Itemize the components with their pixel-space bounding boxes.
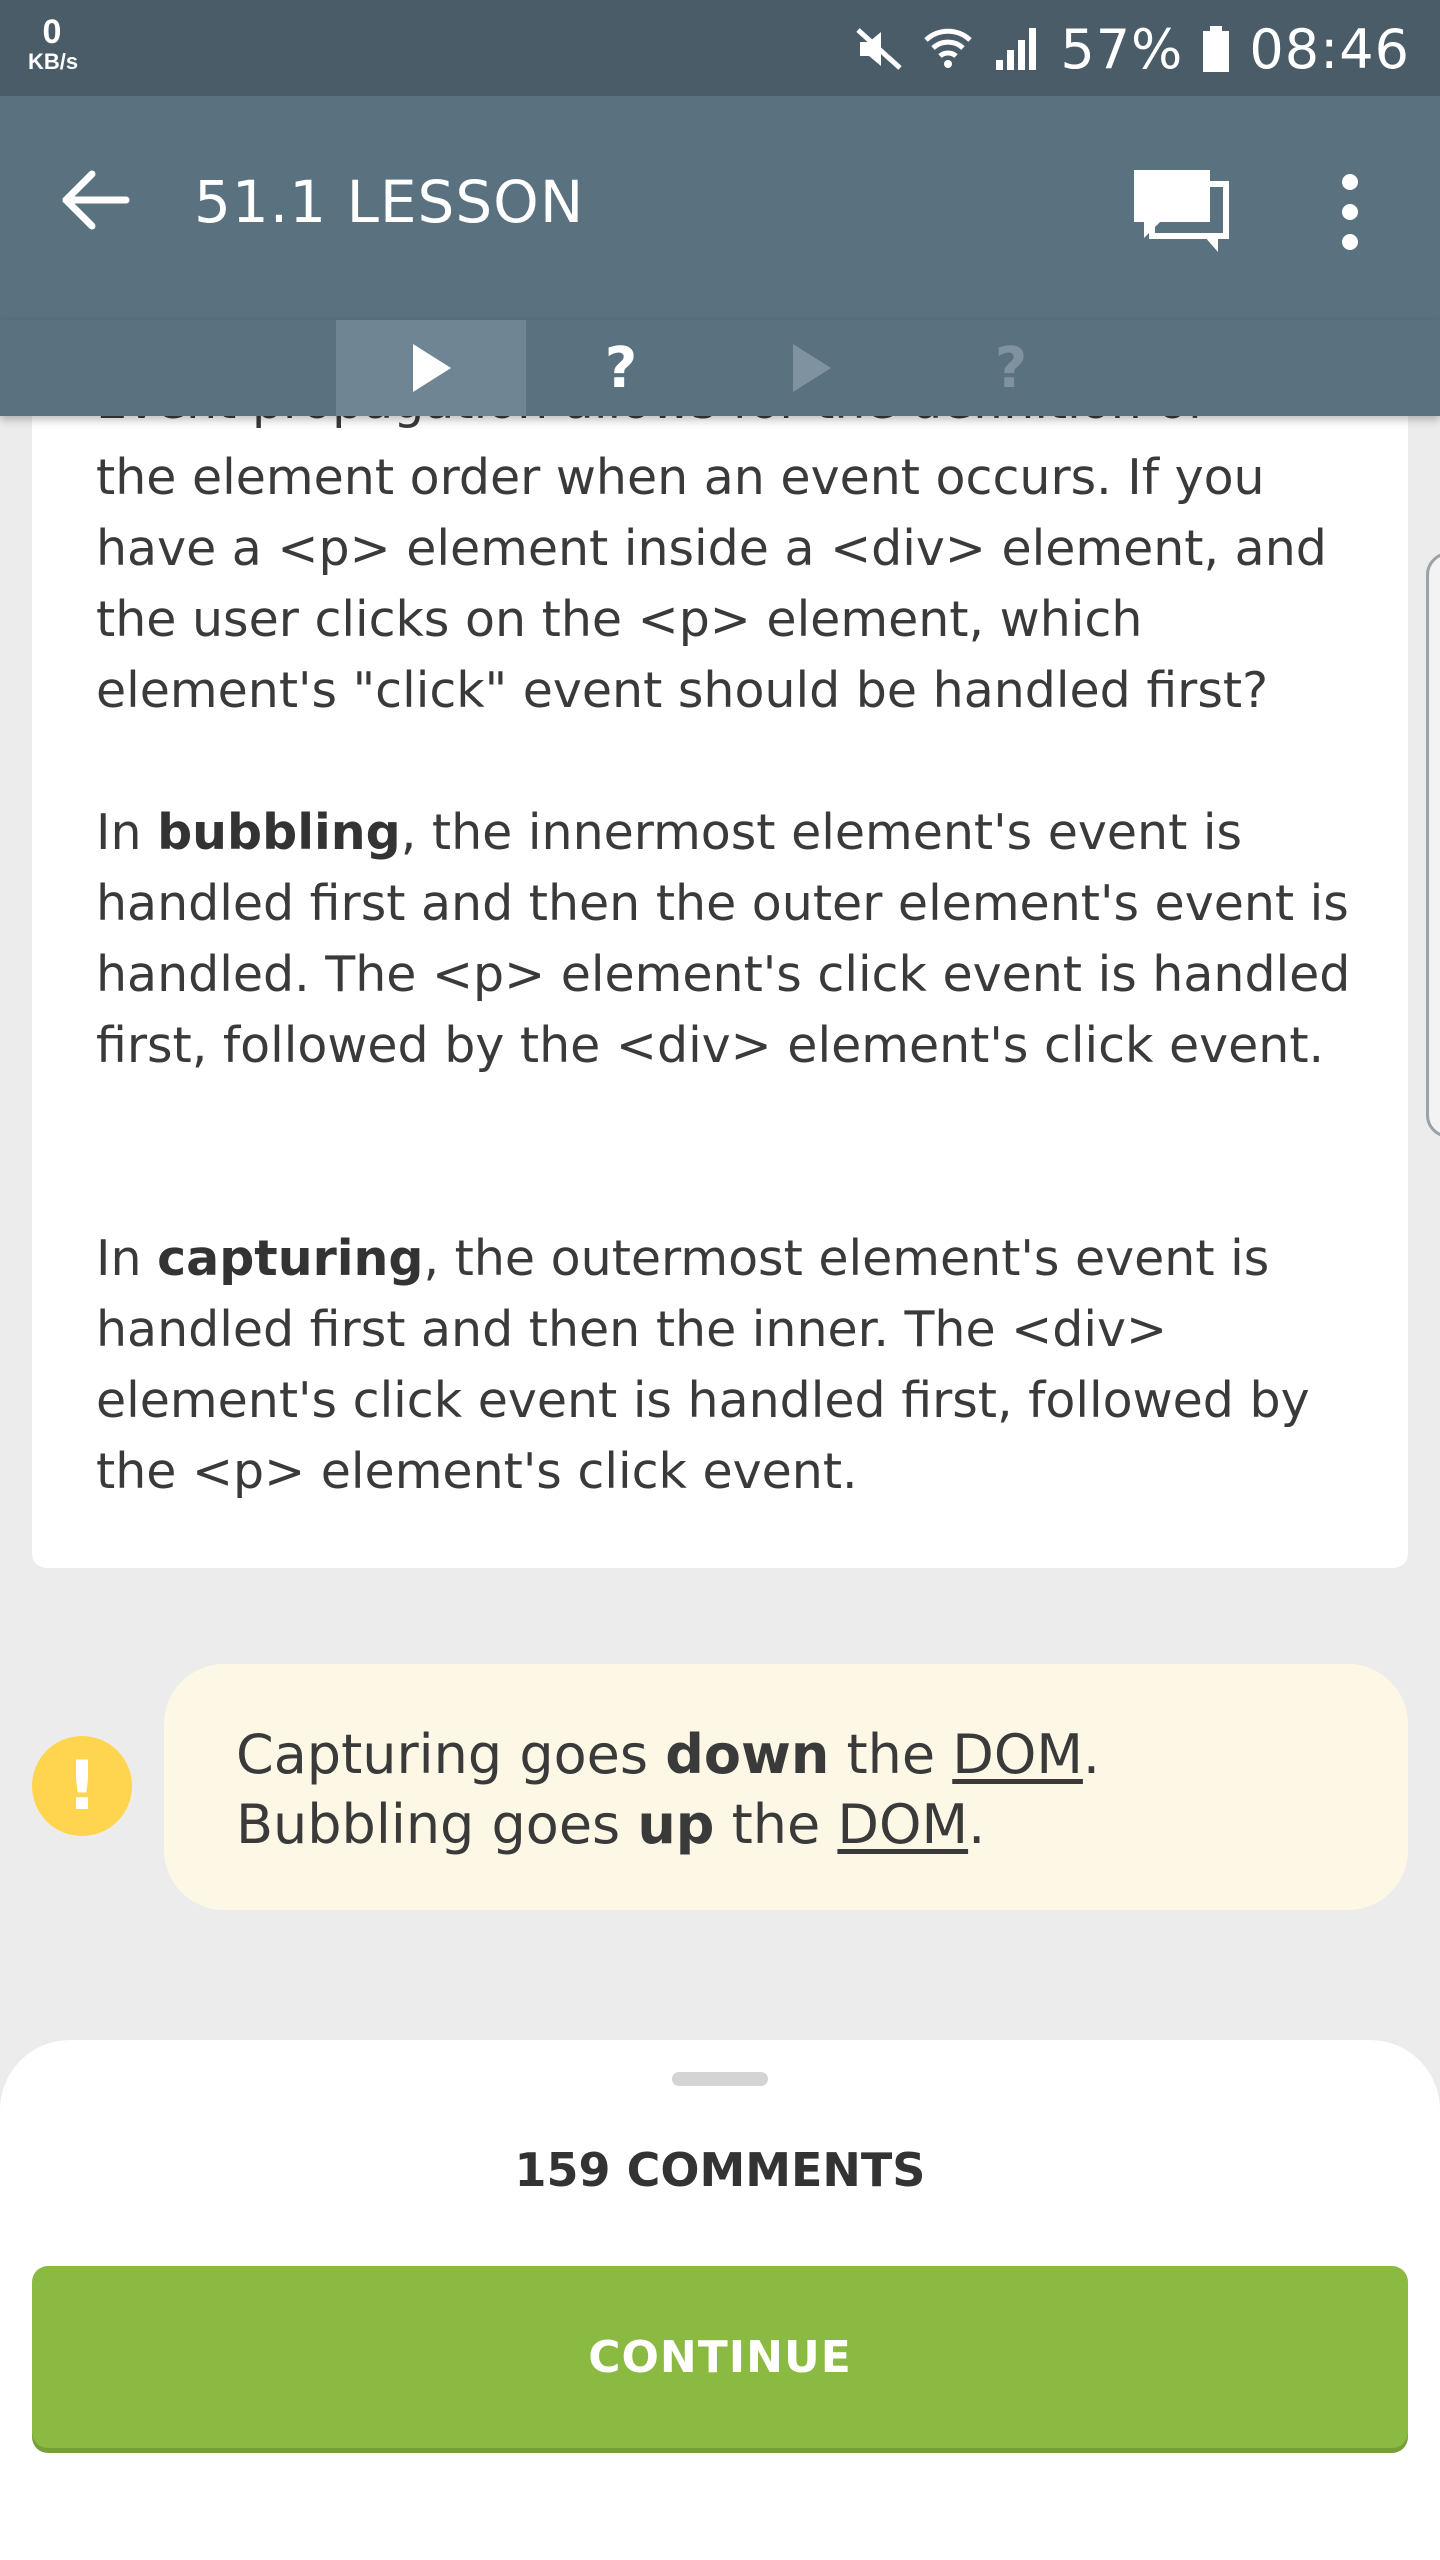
more-vert-icon[interactable] [1325,172,1375,252]
net-speed: 0 KB/s [28,13,79,74]
net-speed-unit: KB/s [28,49,79,74]
tab-lesson-1[interactable] [336,320,526,416]
tab-quiz-1[interactable]: ? [526,320,716,416]
lesson-cutoff-text: Event propagation allows for the definit… [96,416,1376,437]
lesson-paragraph-1: the element order when an event occurs. … [96,449,1327,719]
signal-icon [992,24,1042,74]
warning-icon: ! [32,1736,132,1836]
comments-icon[interactable] [1130,166,1230,256]
play-icon [413,344,451,392]
tab-lesson-2[interactable] [716,320,906,416]
lesson-paragraph-3: In capturing, the outermost element's ev… [96,1230,1310,1500]
term-capturing: capturing [157,1230,424,1287]
play-icon [793,344,831,392]
hint-callout: Capturing goes down the DOM. Bubbling go… [164,1664,1408,1910]
page-title: 51.1 LESSON [194,168,585,236]
continue-button[interactable]: CONTINUE [32,2266,1408,2448]
battery-percent: 57% [1060,17,1184,81]
lesson-paragraph-2: In bubbling, the innermost element's eve… [96,804,1351,1074]
hint-line-1: Capturing goes down the DOM. [236,1723,1101,1786]
back-arrow-icon[interactable] [56,160,136,240]
bottom-sheet: 159 COMMENTS CONTINUE [0,2040,1440,2560]
term-bubbling: bubbling [157,804,401,861]
battery-icon [1201,24,1231,74]
wifi-icon [922,24,974,74]
lesson-tabs: ? ? [0,320,1440,416]
app-bar: 51.1 LESSON [0,96,1440,320]
quiz-label: ? [604,335,638,401]
quiz-label: ? [994,335,1028,401]
dom-link[interactable]: DOM [837,1793,968,1856]
status-bar: 0 KB/s 57% 08:46 [0,0,1440,96]
comments-button[interactable]: 159 COMMENTS [0,2140,1440,2200]
side-panel-edge[interactable] [1426,552,1440,1138]
mute-icon [854,24,904,74]
tab-quiz-2[interactable]: ? [916,320,1106,416]
net-speed-value: 0 [42,13,62,51]
status-icons: 57% 08:46 [854,14,1410,84]
lesson-card: Event propagation allows for the definit… [32,416,1408,1568]
clock: 08:46 [1249,17,1410,81]
hint-line-2: Bubbling goes up the DOM. [236,1793,986,1856]
dom-link[interactable]: DOM [952,1723,1083,1786]
drag-handle[interactable] [672,2072,768,2086]
